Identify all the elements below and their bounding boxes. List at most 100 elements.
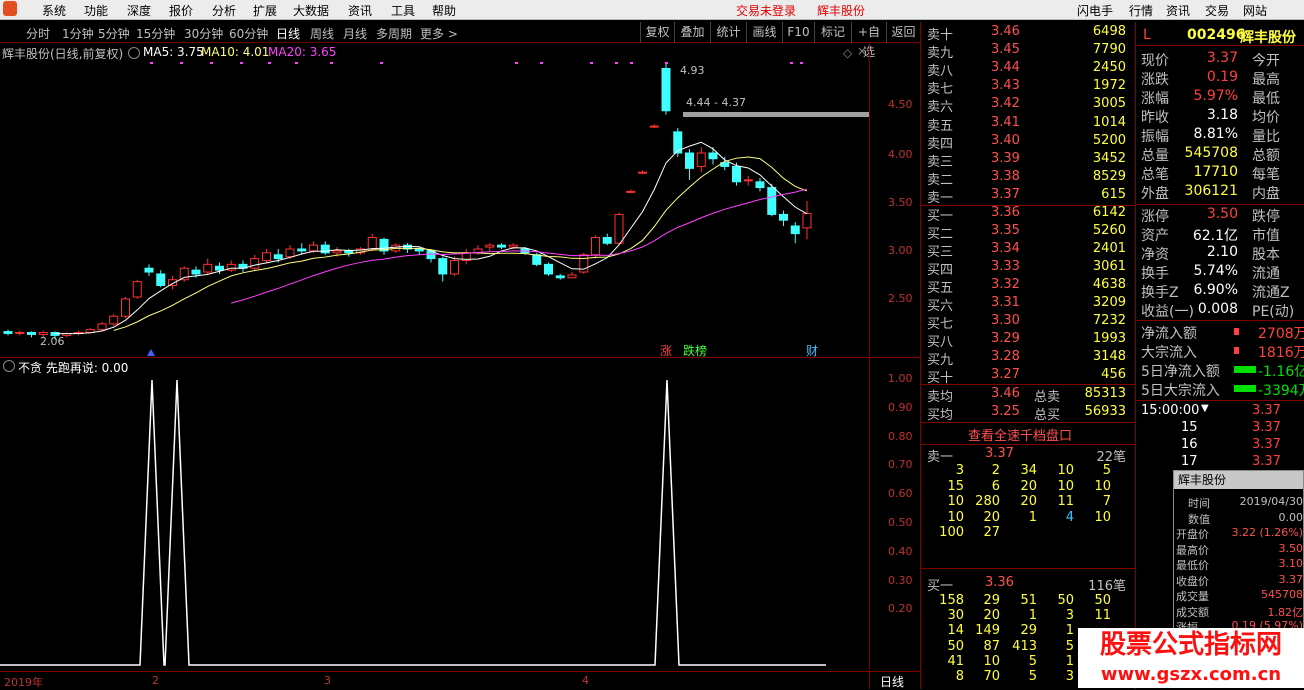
- quote-label-right: 总额: [1252, 148, 1280, 164]
- candle-body: [438, 258, 448, 275]
- toolbar-button-7[interactable]: 返回: [886, 22, 920, 43]
- quote-label: 振幅: [1141, 129, 1169, 145]
- bid-level-price[interactable]: 3.33: [991, 259, 1020, 277]
- ask-level-price[interactable]: 3.40: [991, 133, 1020, 151]
- toolbar-button-3[interactable]: 画线: [746, 22, 782, 43]
- indicator-axis-tick: 0.80: [888, 429, 913, 443]
- ask-level-price[interactable]: 3.46: [991, 24, 1020, 42]
- period-tab-7[interactable]: 周线: [310, 25, 334, 42]
- menu-item-4[interactable]: 分析: [212, 2, 236, 19]
- ask-level-price[interactable]: 3.43: [991, 78, 1020, 96]
- candle-body: [626, 190, 636, 193]
- menu-item-0[interactable]: 系统: [42, 2, 66, 19]
- ask-level-price[interactable]: 3.37: [991, 187, 1020, 205]
- period-tab-4[interactable]: 30分钟: [184, 25, 223, 42]
- bid1-queue-cell: 1: [1028, 608, 1037, 624]
- menu-right-item-4[interactable]: 网站: [1243, 2, 1267, 19]
- bid-level-price[interactable]: 3.28: [991, 349, 1020, 367]
- ask-level-price[interactable]: 3.41: [991, 115, 1020, 133]
- kline-chart[interactable]: 4.93 4.44 - 4.37 2.06 涨 跌榜 财: [0, 60, 869, 357]
- tooltip-label: 成交量: [1176, 590, 1209, 603]
- ask-level-price[interactable]: 3.39: [991, 151, 1020, 169]
- period-tab-1[interactable]: 1分钟: [62, 25, 94, 42]
- menu-right-item-0[interactable]: 闪电手: [1077, 2, 1113, 19]
- menu-item-1[interactable]: 功能: [84, 2, 108, 19]
- toolbar-button-4[interactable]: F10: [782, 22, 814, 43]
- menu-right-item-1[interactable]: 行情: [1129, 2, 1153, 19]
- period-tab-3[interactable]: 15分钟: [136, 25, 175, 42]
- bid-level-price[interactable]: 3.31: [991, 295, 1020, 313]
- candle-body: [309, 244, 318, 252]
- indicator-chart[interactable]: [0, 372, 869, 671]
- full-depth-link[interactable]: 查看全速千档盘口: [968, 425, 1072, 444]
- menu-item-3[interactable]: 报价: [169, 2, 193, 19]
- period-tab-6[interactable]: 日线: [276, 25, 300, 42]
- filter-icon[interactable]: ▼: [1201, 403, 1209, 414]
- candle-body: [132, 281, 142, 298]
- tooltip-label: 最低价: [1176, 559, 1209, 572]
- ask-level-price[interactable]: 3.38: [991, 169, 1020, 187]
- toolbar-button-6[interactable]: +自选: [851, 22, 886, 59]
- login-status[interactable]: 交易未登录: [736, 2, 796, 19]
- toolbar-button-1[interactable]: 叠加: [674, 22, 710, 43]
- ask-level-price[interactable]: 3.44: [991, 60, 1020, 78]
- period-tab-10[interactable]: 更多 >: [420, 25, 458, 42]
- bid1-queue-cell: 41: [947, 653, 964, 669]
- menu-item-5[interactable]: 扩展: [253, 2, 277, 19]
- low-price-label: 2.06: [40, 335, 65, 348]
- bid1-queue-cell: 3: [1065, 608, 1074, 624]
- ask1-queue-cell: 34: [1020, 463, 1037, 478]
- bid1-queue-cell: 158: [939, 593, 964, 608]
- toolbar-button-2[interactable]: 统计: [710, 22, 746, 43]
- bid-level-price[interactable]: 3.29: [991, 331, 1020, 349]
- bid-level-price[interactable]: 3.30: [991, 313, 1020, 331]
- date-axis-label: 4: [582, 674, 589, 687]
- watermark: 股票公式指标网 www.gszx.com.cn: [1078, 628, 1304, 688]
- menu-item-7[interactable]: 资讯: [348, 2, 372, 19]
- diamond-icon[interactable]: ◇: [843, 46, 852, 60]
- toolbar-button-5[interactable]: 标记: [814, 22, 851, 43]
- quote-label-right: 流通: [1252, 266, 1280, 282]
- ask-level-price[interactable]: 3.42: [991, 96, 1020, 114]
- bid1-queue-cell: 87: [983, 638, 1000, 654]
- menu-item-2[interactable]: 深度: [127, 2, 151, 19]
- menu-item-6[interactable]: 大数据: [293, 2, 329, 19]
- tooltip-row: 成交额 1.82亿: [1176, 604, 1303, 620]
- menu-right-item-2[interactable]: 资讯: [1166, 2, 1190, 19]
- bid-level-price[interactable]: 3.32: [991, 277, 1020, 295]
- candle-body: [179, 267, 189, 281]
- tooltip-row: 开盘价 3.22 (1.26%): [1176, 526, 1303, 542]
- period-tab-0[interactable]: 分时: [26, 25, 50, 42]
- close-icon[interactable]: ×: [857, 44, 867, 58]
- bid-level-price[interactable]: 3.34: [991, 241, 1020, 259]
- quote-value: 0.008: [1197, 301, 1238, 317]
- bid-level-price[interactable]: 3.36: [991, 205, 1020, 223]
- toolbar-button-0[interactable]: 复权: [640, 22, 674, 43]
- bid1-label: 买一: [927, 579, 954, 594]
- candle-body: [121, 298, 130, 317]
- quote-label-right: 每笔: [1252, 167, 1280, 183]
- menu-item-9[interactable]: 帮助: [432, 2, 456, 19]
- candle-body: [27, 332, 36, 335]
- period-tab-5[interactable]: 60分钟: [229, 25, 268, 42]
- chevron-down-icon[interactable]: [3, 360, 15, 372]
- menu-item-8[interactable]: 工具: [391, 2, 415, 19]
- watermark-line2: www.gszx.com.cn: [1078, 664, 1304, 688]
- quote-label-right: 市值: [1252, 228, 1280, 244]
- menu-right-item-3[interactable]: 交易: [1205, 2, 1229, 19]
- ask1-queue-cell: 27: [983, 525, 1000, 540]
- bid-level-price[interactable]: 3.27: [991, 367, 1020, 385]
- fund-flow-value: -3394万: [1258, 383, 1304, 399]
- period-tab-8[interactable]: 月线: [343, 25, 367, 42]
- tooltip-value: 1.82亿: [1267, 605, 1304, 619]
- chevron-down-icon[interactable]: [128, 47, 140, 59]
- bid-level-price[interactable]: 3.35: [991, 223, 1020, 241]
- ask1-queue-cell: 10: [1094, 478, 1111, 494]
- candle-body: [273, 254, 283, 260]
- event-dot: [150, 62, 153, 64]
- period-tab-2[interactable]: 5分钟: [98, 25, 130, 42]
- ask-level-price[interactable]: 3.45: [991, 42, 1020, 60]
- app-logo-icon[interactable]: [3, 1, 17, 16]
- period-tab-9[interactable]: 多周期: [376, 25, 412, 42]
- fund-flow-label: 5日净流入额: [1141, 364, 1220, 380]
